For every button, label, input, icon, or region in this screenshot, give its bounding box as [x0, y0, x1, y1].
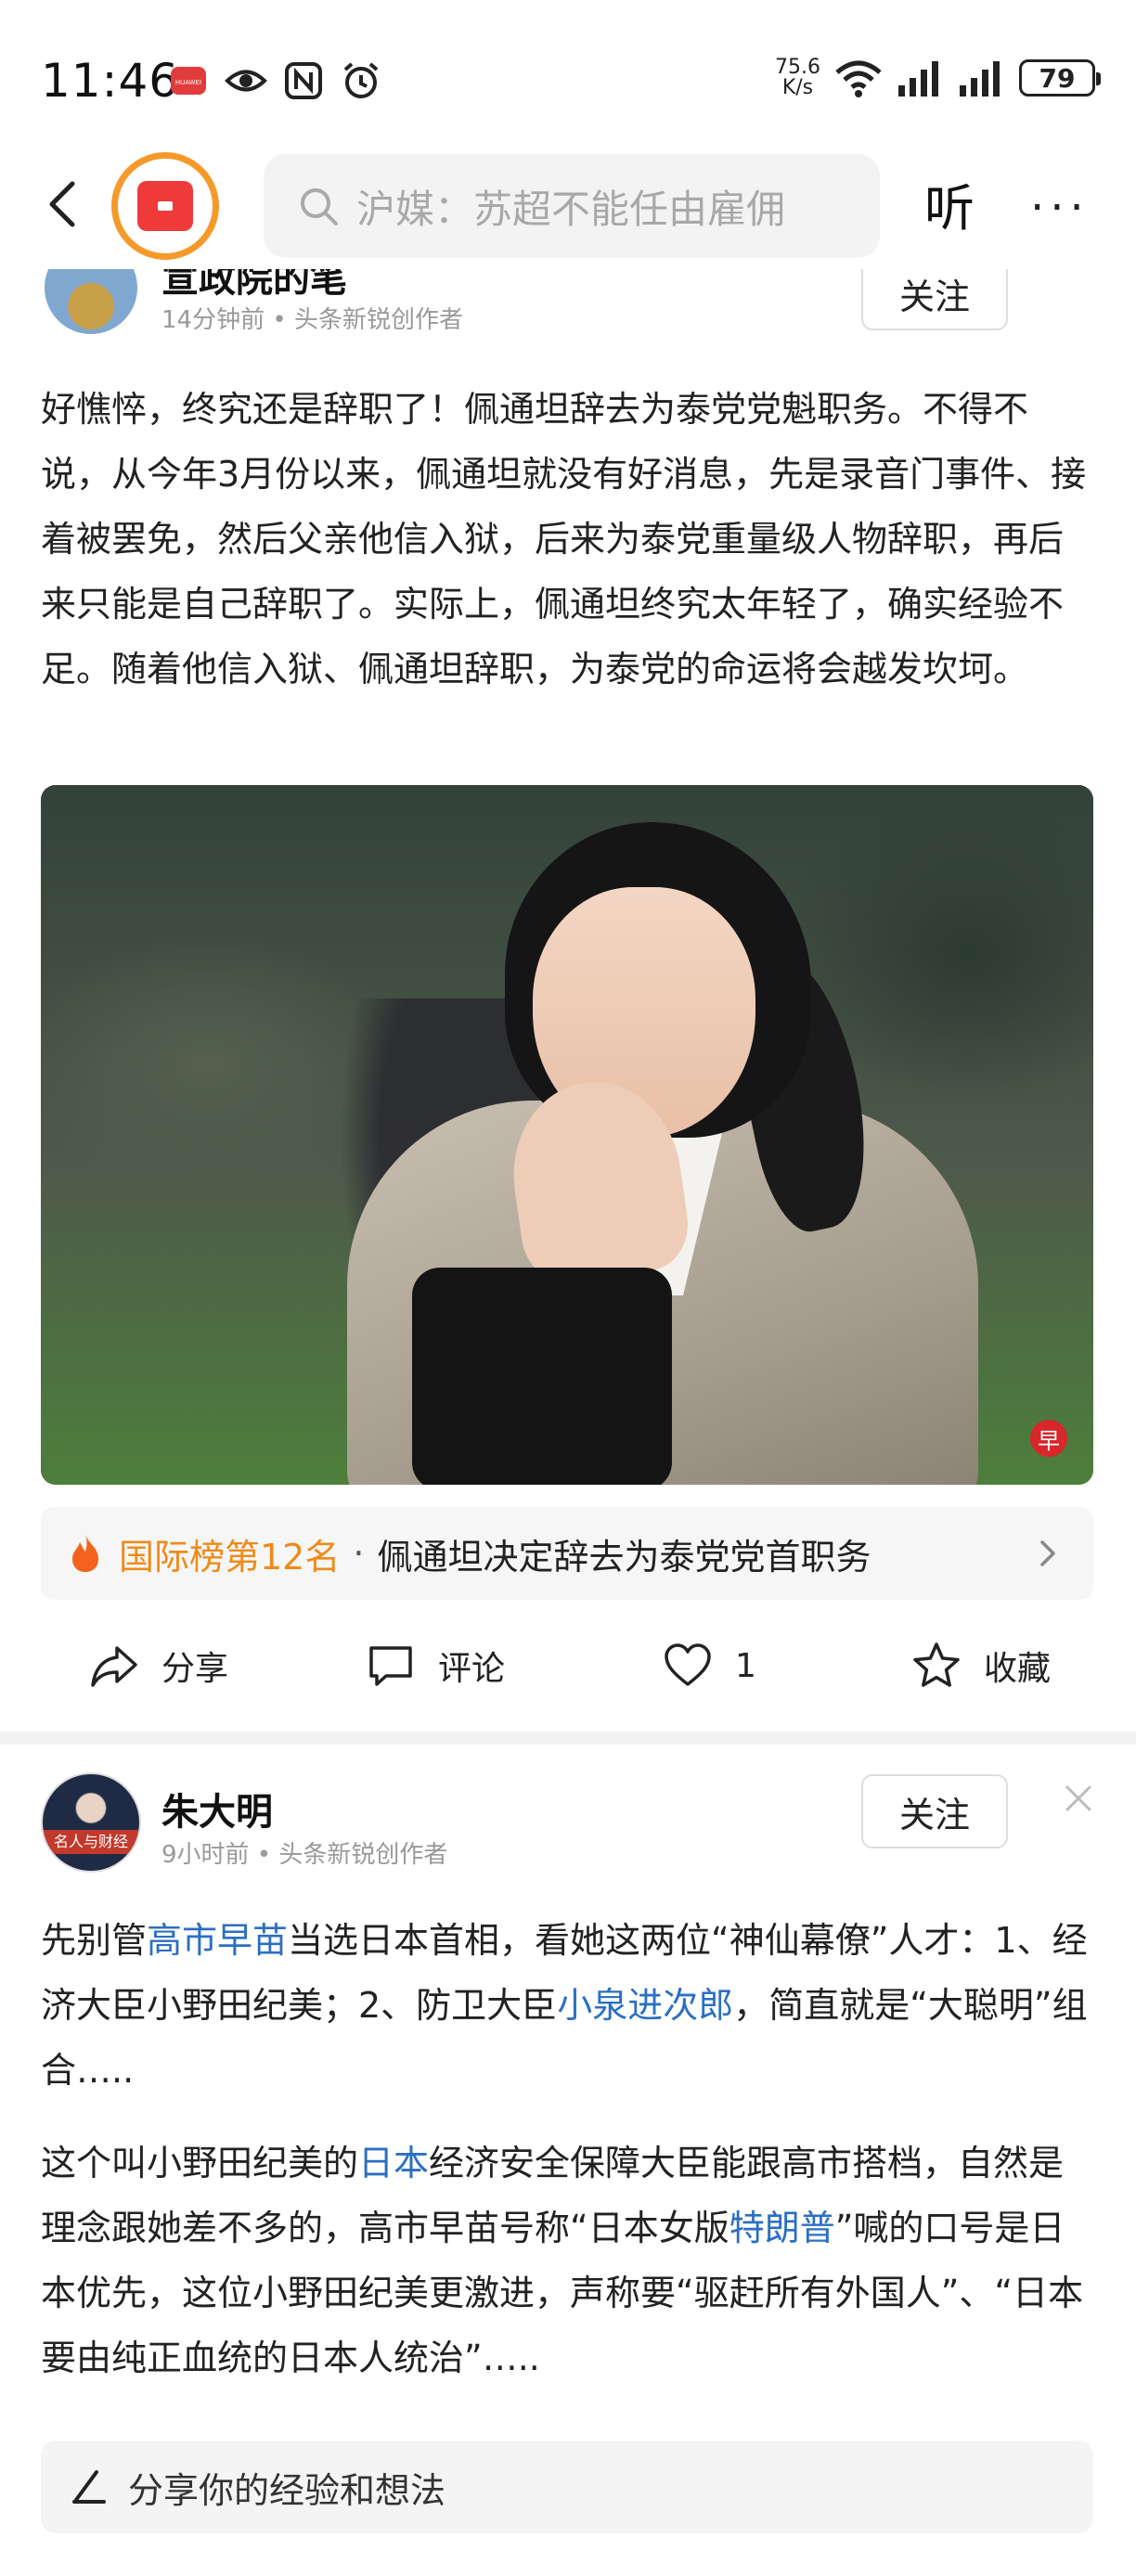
close-icon[interactable] [1062, 1782, 1095, 1815]
wifi-icon [835, 60, 882, 97]
search-placeholder: 沪媒：苏超不能任由雇佣 [356, 186, 786, 232]
status-time: 11:46 [41, 54, 180, 108]
network-speed: 75.6 K/s [775, 58, 820, 98]
back-arrow-icon[interactable] [37, 176, 93, 232]
link-takaichi-sanae[interactable]: 高市早苗 [147, 1920, 288, 1961]
post2-paragraph-2[interactable]: 这个叫小野田纪美的日本经济安全保障大臣能跟高市搭档，自然是理念跟她差不多的，高市… [41, 2131, 1095, 2390]
status-bar: 11:46 HUAWEI 75.6 K/s 79 [0, 0, 1136, 139]
rank-title: 佩通坦决定辞去为泰党党首职务 [377, 1536, 871, 1578]
status-left-icons: HUAWEI [167, 59, 382, 102]
post2-avatar-caption: 名人与财经 [43, 1830, 139, 1854]
alarm-icon [340, 59, 382, 102]
post1-avatar[interactable] [45, 269, 137, 334]
like-button[interactable]: 1 [663, 1641, 756, 1691]
share-icon [91, 1646, 137, 1687]
comment-button[interactable]: 评论 [366, 1641, 505, 1691]
post1-header: 宣政院的笔 14分钟前 • 头条新锐创作者 关注 [0, 269, 1136, 343]
chevron-right-icon [1040, 1540, 1055, 1566]
fire-icon [72, 1535, 98, 1572]
post2-meta: 9小时前 • 头条新锐创作者 [161, 1841, 448, 1869]
feed-divider [0, 1732, 1136, 1745]
comment-input-bar[interactable]: 分享你的经验和想法 [41, 2441, 1093, 2533]
post2-follow-button[interactable]: 关注 [861, 1774, 1008, 1848]
huawei-app-icon: HUAWEI [167, 59, 210, 102]
top-nav-bar: 沪媒：苏超不能任由雇佣 听 ··· [0, 139, 1136, 269]
share-label: 分享 [161, 1650, 229, 1688]
link-trump[interactable]: 特朗普 [729, 2208, 835, 2248]
app-logo[interactable] [111, 152, 219, 260]
post2-p1-text-1: 先别管 [41, 1920, 148, 1961]
more-menu-button[interactable]: ··· [1030, 182, 1090, 234]
network-speed-unit: K/s [781, 76, 814, 99]
signal-icon-1 [898, 61, 938, 97]
share-button[interactable]: 分享 [89, 1641, 228, 1691]
rank-separator: · [353, 1533, 365, 1574]
eye-icon [225, 59, 267, 102]
huawei-badge-text: HUAWEI [175, 79, 201, 86]
link-japan[interactable]: 日本 [358, 2143, 429, 2183]
link-koizumi-shinjiro[interactable]: 小泉进次郎 [557, 1985, 733, 2026]
signal-icon-2 [960, 61, 1000, 97]
network-speed-value: 75.6 [775, 56, 820, 79]
comment-placeholder: 分享你的经验和想法 [128, 2469, 446, 2511]
comment-label: 评论 [438, 1650, 506, 1688]
search-bar[interactable]: 沪媒：苏超不能任由雇佣 [264, 154, 880, 258]
battery-icon: 79 [1019, 59, 1101, 97]
post1-follow-button[interactable]: 关注 [861, 269, 1008, 330]
trending-rank-bar[interactable]: 国际榜第12名 · 佩通坦决定辞去为泰党党首职务 [41, 1507, 1093, 1600]
post1-text[interactable]: 好憔悴，终究还是辞职了！佩通坦辞去为泰党党魁职务。不得不说，从今年3月份以来，佩… [41, 377, 1095, 702]
favorite-label: 收藏 [984, 1650, 1052, 1688]
post1-action-bar: 分享 评论 1 收藏 [0, 1624, 1136, 1726]
post2-avatar[interactable]: 名人与财经 [41, 1772, 141, 1873]
status-right-icons: 75.6 K/s 79 [775, 58, 1101, 98]
search-icon [301, 188, 338, 225]
post2-paragraph-1[interactable]: 先别管高市早苗当选日本首相，看她这两位“神仙幕僚”人才：1、经济大臣小野田纪美；… [41, 1908, 1095, 2103]
pen-icon [72, 2470, 106, 2504]
post1-meta: 14分钟前 • 头条新锐创作者 [161, 306, 463, 334]
post2-p2-text-1: 这个叫小野田纪美的 [41, 2143, 359, 2183]
rank-label: 国际榜第12名 [119, 1536, 341, 1578]
favorite-button[interactable]: 收藏 [911, 1641, 1051, 1691]
heart-icon [665, 1643, 711, 1686]
post1-author[interactable]: 宣政院的笔 [161, 269, 347, 303]
photo-watermark: 早 [1030, 1420, 1067, 1457]
star-icon [913, 1642, 960, 1687]
listen-button[interactable]: 听 [924, 167, 975, 240]
post1-photo[interactable]: 早 [41, 785, 1093, 1485]
like-count: 1 [735, 1646, 756, 1685]
post2-author[interactable]: 朱大明 [161, 1782, 273, 1835]
nfc-icon [282, 59, 325, 102]
comment-icon [369, 1646, 412, 1686]
